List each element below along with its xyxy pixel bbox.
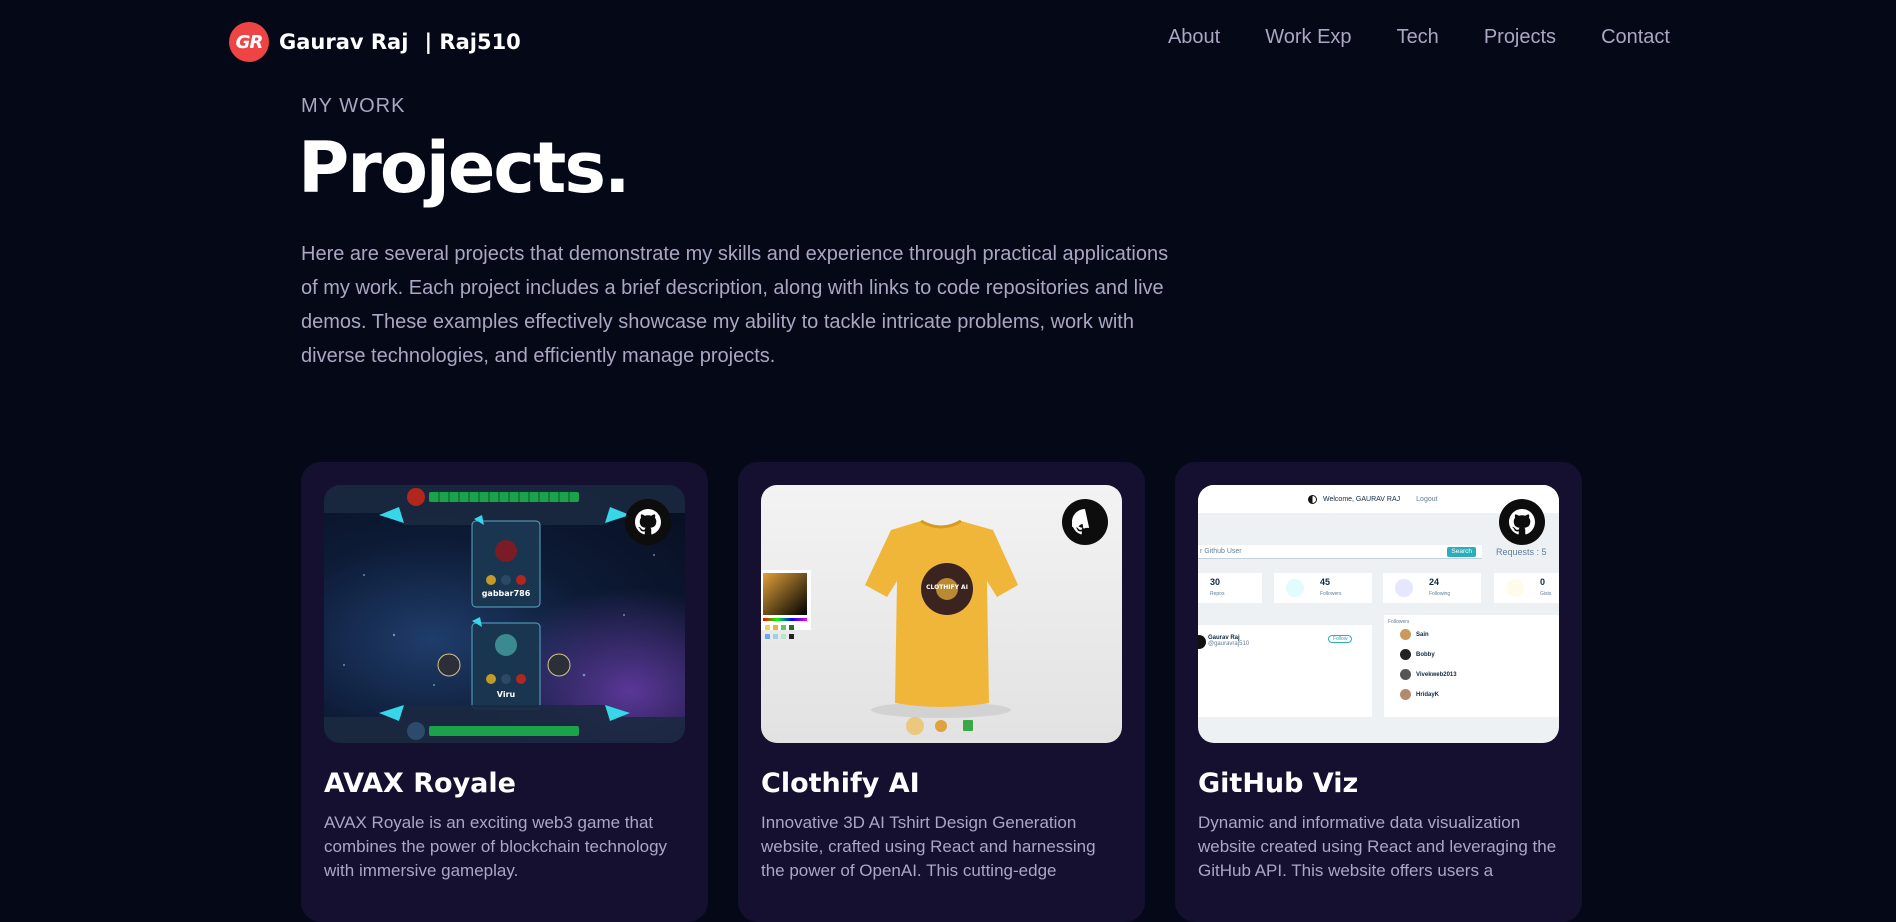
stat-value: 0 — [1540, 577, 1546, 587]
project-title: AVAX Royale — [324, 768, 516, 799]
follower-item: Vivekweb2013 — [1400, 669, 1559, 680]
project-card: gabbar786 Viru AVAX Royale AVAX Royale i… — [301, 462, 708, 922]
follower-name: Vivekweb2013 — [1416, 671, 1457, 678]
follower-avatar — [1400, 649, 1411, 660]
project-thumbnail-avax-royale: gabbar786 Viru — [324, 485, 685, 743]
project-cards: gabbar786 Viru AVAX Royale AVAX Royale i… — [301, 462, 1582, 922]
user-avatar — [1198, 635, 1206, 649]
nav-links: About Work Exp Tech Projects Contact — [1168, 26, 1670, 49]
project-thumbnail-github-viz: Welcome, GAURAV RAJ Logout r Github User… — [1198, 485, 1559, 743]
github-icon — [1072, 509, 1090, 535]
requests-text: Requests : 5 — [1496, 547, 1547, 557]
nav-link-work-exp[interactable]: Work Exp — [1265, 26, 1351, 49]
github-icon — [1509, 509, 1535, 535]
project-description: Dynamic and informative data visualizati… — [1198, 813, 1557, 880]
follower-avatar — [1400, 689, 1411, 700]
project-title: GitHub Viz — [1198, 768, 1359, 799]
tshirt-logo-text: CLOTHIFY AI — [926, 584, 968, 591]
stat-value: 24 — [1429, 577, 1440, 587]
stat-label: Followers — [1320, 591, 1342, 597]
viz-search: r Github User Search — [1198, 545, 1482, 559]
follower-avatar — [1400, 669, 1411, 680]
stat-label: Following — [1429, 591, 1451, 597]
yin-yang-icon — [1308, 494, 1317, 504]
follow-button: Follow — [1328, 635, 1353, 643]
welcome-text: Welcome, GAURAV RAJ — [1323, 495, 1401, 503]
search-input-text: r Github User — [1200, 548, 1242, 555]
section-subtitle: MY WORK — [301, 95, 406, 117]
logout-link: Logout — [1416, 495, 1438, 503]
stat-card: 30 Repos — [1198, 573, 1262, 603]
section-title: Projects. — [298, 127, 631, 209]
nav-link-projects[interactable]: Projects — [1484, 26, 1556, 49]
github-link-button[interactable] — [1499, 499, 1545, 545]
follower-name: Sain — [1416, 631, 1429, 638]
stat-label: Gists — [1540, 591, 1552, 597]
logo-link[interactable]: GR Gaurav Raj | Raj510 — [229, 22, 521, 62]
follower-name: HridayK — [1416, 691, 1440, 698]
github-link-button[interactable] — [625, 499, 671, 545]
nav-link-tech[interactable]: Tech — [1397, 26, 1439, 49]
stat-card: 45 Followers — [1274, 573, 1372, 603]
following-icon — [1395, 579, 1413, 597]
followers-icon — [1286, 579, 1304, 597]
github-icon — [635, 509, 661, 535]
search-button: Search — [1447, 547, 1476, 557]
follower-name: Bobby — [1416, 651, 1435, 658]
followers-card: Followers Sain Bobby Vivekweb2013 Hriday… — [1384, 615, 1559, 717]
follower-item: Bobby — [1400, 649, 1559, 660]
player-name-bottom: Viru — [496, 690, 516, 699]
follower-avatar — [1400, 629, 1411, 640]
follower-item: HridayK — [1400, 689, 1559, 700]
stat-label: Repos — [1210, 591, 1225, 597]
section-intro: Here are several projects that demonstra… — [301, 243, 1169, 367]
project-card: CLOTHIFY AI Clothify AI Innovative 3D AI… — [738, 462, 1145, 922]
logo-handle: | Raj510 — [424, 30, 521, 54]
stat-card: 24 Following — [1383, 573, 1481, 603]
player-name-top: gabbar786 — [481, 589, 531, 598]
user-card: Gaurav Raj @gauravraj510 Follow — [1198, 625, 1372, 717]
navbar: GR Gaurav Raj | Raj510 About Work Exp Te… — [0, 0, 1896, 80]
project-card: Welcome, GAURAV RAJ Logout r Github User… — [1175, 462, 1582, 922]
gists-icon — [1506, 579, 1524, 597]
github-link-button[interactable] — [1062, 499, 1108, 545]
logo-name: Gaurav Raj — [279, 30, 409, 54]
stat-value: 45 — [1320, 577, 1331, 587]
project-description: AVAX Royale is an exciting web3 game tha… — [324, 813, 668, 880]
follower-item: Sain — [1400, 629, 1559, 640]
project-description: Innovative 3D AI Tshirt Design Generatio… — [761, 813, 1096, 880]
project-title: Clothify AI — [761, 768, 920, 799]
logo-badge: GR — [229, 22, 269, 62]
followers-heading: Followers — [1388, 619, 1410, 625]
nav-link-contact[interactable]: Contact — [1601, 26, 1670, 49]
stat-value: 30 — [1210, 577, 1221, 587]
nav-link-about[interactable]: About — [1168, 26, 1220, 49]
stat-card: 0 Gists — [1494, 573, 1559, 603]
project-thumbnail-clothify-ai: CLOTHIFY AI — [761, 485, 1122, 743]
